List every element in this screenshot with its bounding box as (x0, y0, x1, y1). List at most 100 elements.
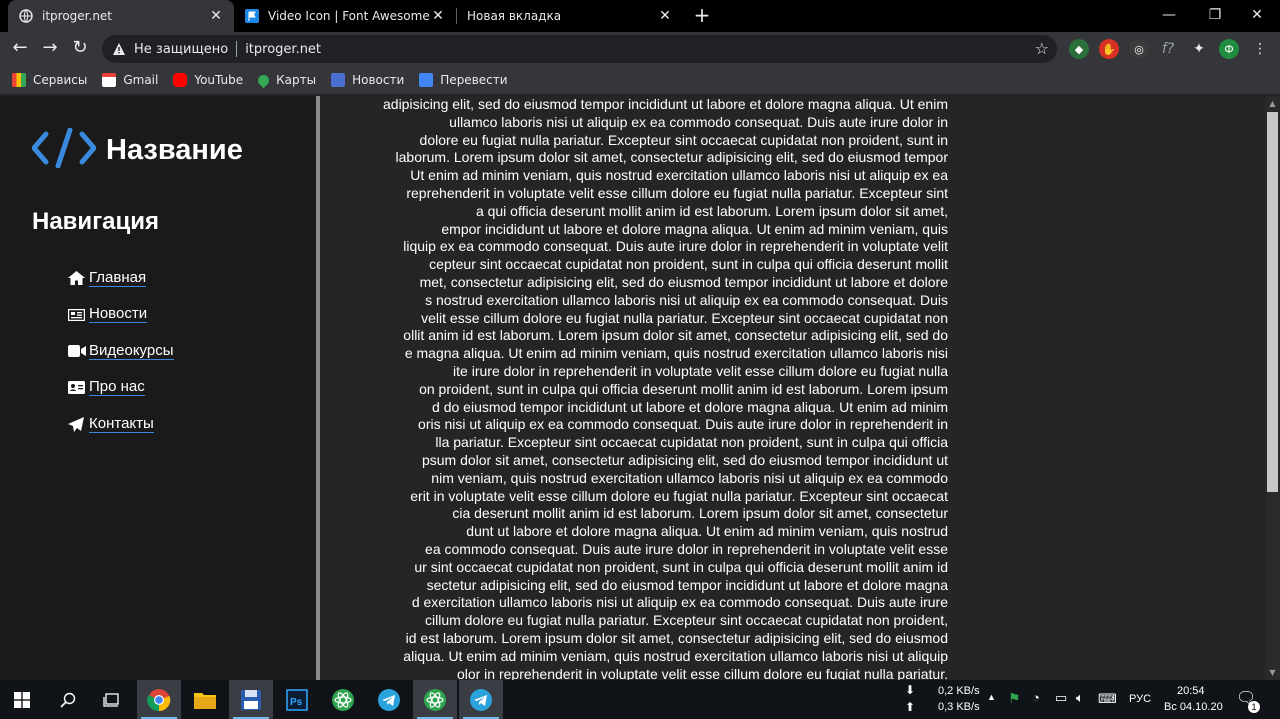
menu-icon[interactable]: ⋮ (1250, 39, 1270, 59)
clock-time[interactable]: 20:54 (1177, 685, 1205, 697)
new-tab-button[interactable]: + (690, 4, 714, 28)
photoshop-icon: Ps (286, 688, 308, 711)
tab-title: Video Icon | Font Awesome (268, 9, 430, 23)
warning-icon[interactable] (112, 42, 126, 56)
close-tab-icon[interactable]: ✕ (657, 8, 673, 24)
volume-icon[interactable]: 🔈︎ (1076, 690, 1084, 706)
task-view-button[interactable] (90, 680, 134, 719)
nav-item-label: Видеокурсы (89, 341, 174, 360)
newspaper-icon (68, 308, 86, 322)
tab-new[interactable]: Новая вкладка ✕ (457, 0, 683, 32)
taskbar-telegram[interactable] (367, 680, 411, 719)
tray-expand-icon[interactable]: ▲ (987, 692, 996, 702)
text-line: erit in voluptate velit esse cillum dolo… (410, 487, 948, 504)
page-viewport: Название Навигация Главная Новости Видео (0, 96, 1280, 680)
text-line: ullamco laboris nisi ut aliquip ex ea co… (449, 113, 948, 130)
site-logo[interactable]: Название (31, 127, 243, 172)
taskbar-explorer[interactable] (183, 680, 227, 719)
function-icon[interactable]: f? (1158, 39, 1178, 59)
tab-font-awesome[interactable]: Video Icon | Font Awesome ✕ (234, 0, 456, 32)
nav-title: Навигация (32, 208, 160, 235)
browser-toolbar: ← → ↻ Не защищено itproger.net ☆ ◆ ✋ ◎ f… (0, 32, 1280, 66)
reload-button[interactable]: ↻ (68, 37, 92, 61)
text-line: dolore eu fugiat nulla pariatur. Excepte… (419, 131, 948, 148)
bookmarks-bar: Сервисы Gmail YouTube Карты Новости Пере… (0, 66, 1280, 94)
text-line: id est laborum. Lorem ipsum dolor sit am… (405, 629, 948, 646)
text-line: laborum. Lorem ipsum dolor sit amet, con… (395, 149, 948, 166)
atom-icon (332, 688, 354, 711)
keyboard-icon[interactable]: ⌨ (1098, 691, 1117, 707)
nav-item-videocourses[interactable]: Видеокурсы (68, 333, 174, 370)
language-indicator[interactable]: РУС (1129, 693, 1151, 705)
bookmark-youtube[interactable]: YouTube (173, 73, 243, 87)
text-line: met, consectetur adipisicing elit, sed d… (419, 273, 948, 290)
bookmark-maps[interactable]: Карты (255, 72, 317, 88)
security-label[interactable]: Не защищено (134, 42, 228, 57)
bookmark-gmail[interactable]: Gmail (102, 73, 158, 87)
forward-button[interactable]: → (38, 37, 62, 61)
telegram-icon (470, 688, 492, 711)
search-button[interactable] (46, 680, 90, 719)
youtube-icon (173, 73, 188, 87)
text-line: cia deserunt mollit anim id est laborum.… (452, 505, 948, 522)
chrome-icon (147, 688, 171, 711)
flag-tray-icon[interactable]: ⚑ (1008, 690, 1021, 707)
home-icon (68, 271, 86, 286)
taskbar-save-app[interactable] (229, 680, 273, 719)
taskbar-photoshop[interactable]: Ps (275, 680, 319, 719)
bookmark-news[interactable]: Новости (331, 73, 404, 87)
adblock-icon[interactable]: ✋ (1099, 39, 1119, 59)
taskbar-app-green-running[interactable] (413, 680, 457, 719)
nav-item-label: Про нас (89, 378, 145, 397)
main-content: adipisicing elit, sed do eiusmod tempor … (320, 96, 960, 680)
minimize-button[interactable]: — (1146, 0, 1192, 32)
start-button[interactable] (0, 680, 44, 719)
text-line: sectetur adipisicing elit, sed do eiusmo… (426, 576, 948, 593)
bookmark-label: YouTube (194, 73, 244, 87)
bookmark-translate[interactable]: Перевести (419, 73, 508, 87)
taskbar-telegram-running[interactable] (459, 680, 503, 719)
nav-item-about[interactable]: Про нас (68, 370, 174, 407)
tab-itproger[interactable]: itproger.net ✕ (8, 0, 234, 32)
scroll-down-arrow-icon[interactable]: ▼ (1265, 665, 1280, 680)
close-tab-icon[interactable]: ✕ (430, 8, 446, 24)
extension-circle-icon[interactable]: ◎ (1129, 39, 1149, 59)
scroll-thumb[interactable] (1267, 112, 1278, 492)
nav-item-home[interactable]: Главная (68, 260, 174, 297)
close-tab-icon[interactable]: ✕ (208, 8, 224, 24)
text-line: oris nisi ut aliquip ex ea commodo conse… (418, 416, 948, 433)
nav-item-contacts[interactable]: Контакты (68, 406, 174, 443)
bookmark-label: Карты (276, 73, 317, 87)
text-line: d exercitation ullamco laboris nisi ut a… (411, 594, 948, 611)
bookmark-label: Gmail (123, 73, 159, 87)
wifi-icon[interactable]: ◔ (1032, 690, 1040, 705)
logo-text: Название (106, 133, 243, 166)
sidebar: Название Навигация Главная Новости Видео (0, 96, 316, 680)
bookmark-services[interactable]: Сервисы (12, 73, 87, 87)
close-window-button[interactable]: ✕ (1234, 0, 1280, 32)
tab-strip: itproger.net ✕ Video Icon | Font Awesome… (0, 0, 1280, 32)
clock-date[interactable]: Вс 04.10.20 (1164, 701, 1223, 713)
profile-avatar[interactable]: Ф (1219, 39, 1239, 59)
taskbar-chrome[interactable] (137, 680, 181, 719)
floppy-disk-icon (241, 689, 261, 710)
text-line: liquip ex ea commodo consequat. Duis aut… (403, 238, 948, 255)
maximize-button[interactable]: ❐ (1192, 0, 1238, 32)
bookmark-star-icon[interactable]: ☆ (1035, 39, 1049, 58)
page-scrollbar[interactable]: ▲ ▼ (1265, 96, 1280, 680)
address-bar[interactable]: Не защищено itproger.net ☆ (102, 35, 1057, 63)
notification-count: 1 (1248, 701, 1260, 713)
nav-item-label: Главная (89, 268, 147, 287)
puzzle-icon[interactable]: ✦ (1189, 39, 1209, 59)
power-icon[interactable]: ▭ (1055, 690, 1067, 706)
taskbar-app-green[interactable] (321, 680, 365, 719)
extension-icon[interactable]: ◆ (1069, 39, 1089, 59)
text-line: aliqua. Ut enim ad minim veniam, quis no… (403, 647, 948, 664)
nav-item-news[interactable]: Новости (68, 297, 174, 334)
back-button[interactable]: ← (8, 37, 32, 61)
text-line: empor incididunt ut labore et dolore mag… (441, 220, 948, 237)
url-text[interactable]: itproger.net (245, 42, 321, 57)
translate-icon (419, 73, 434, 87)
text-line: d do eiusmod tempor incididunt ut labore… (432, 398, 948, 415)
scroll-up-arrow-icon[interactable]: ▲ (1265, 96, 1280, 111)
